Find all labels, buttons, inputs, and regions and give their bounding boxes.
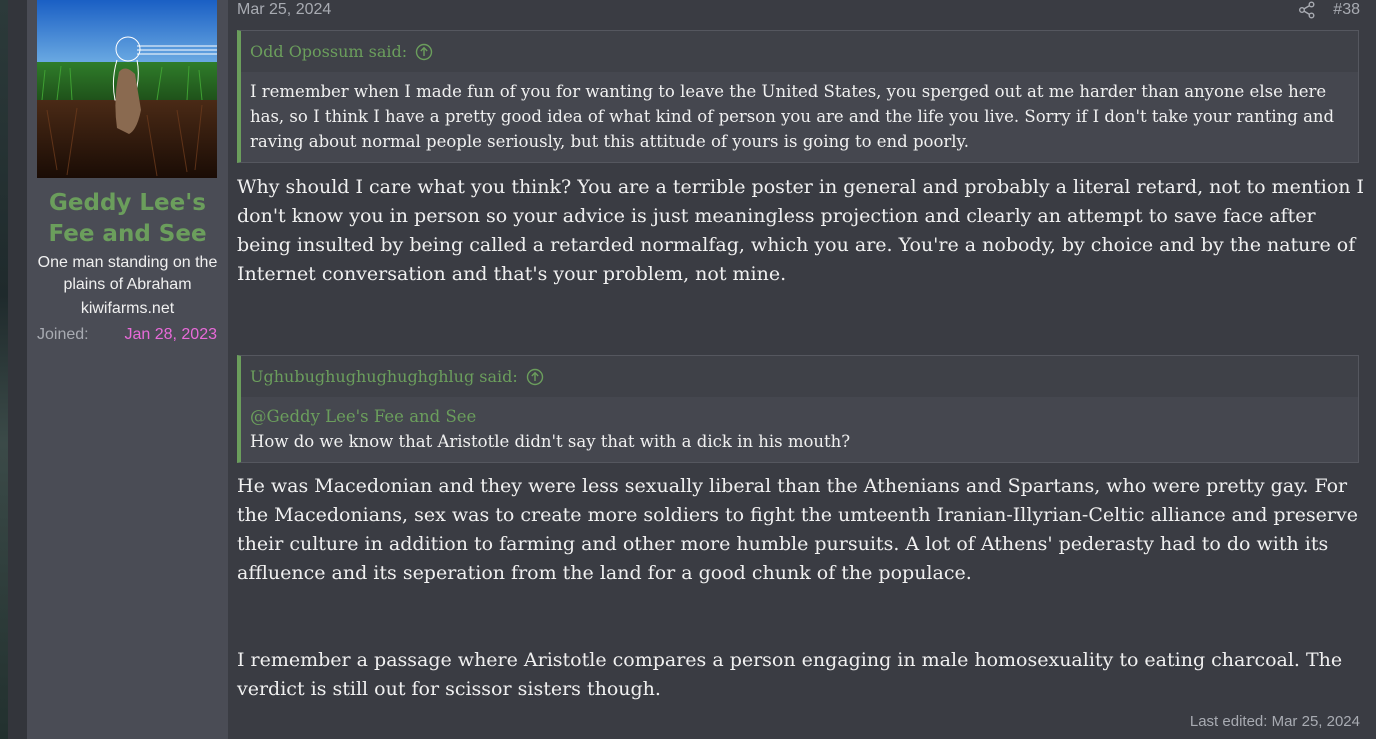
joined-label: Joined:: [37, 326, 89, 343]
username[interactable]: Geddy Lee's Fee and See: [27, 188, 228, 250]
user-avatar[interactable]: [37, 0, 217, 178]
share-icon[interactable]: [1298, 1, 1316, 19]
joined-date: Jan 28, 2023: [124, 326, 217, 343]
gutter: [8, 0, 28, 739]
quote-line: How do we know that Aristotle didn't say…: [250, 432, 851, 451]
quote-header[interactable]: Ughubughughughughghlug said:: [241, 356, 1358, 397]
page-edge: [0, 0, 8, 739]
quote-block: Ughubughughughughghlug said: @Geddy Lee'…: [237, 355, 1359, 463]
post-number[interactable]: #38: [1333, 0, 1360, 20]
reply-text: I remember a passage where Aristotle com…: [237, 649, 1343, 700]
user-mention[interactable]: @Geddy Lee's Fee and See: [250, 404, 1346, 429]
user-info-panel: Geddy Lee's Fee and See One man standing…: [27, 0, 228, 739]
user-title: One man standing on the plains of Abraha…: [37, 254, 218, 293]
quote-header[interactable]: Odd Opossum said:: [241, 31, 1358, 72]
quote-author[interactable]: Odd Opossum said:: [250, 42, 407, 61]
arrow-up-circle-icon[interactable]: [526, 368, 544, 386]
quote-text: I remember when I made fun of you for wa…: [241, 72, 1358, 162]
user-banner: kiwifarms.net: [80, 300, 175, 317]
quote-block: Odd Opossum said: I remember when I made…: [237, 30, 1359, 163]
reply-text: He was Macedonian and they were less sex…: [237, 475, 1358, 584]
last-edited: Last edited: Mar 25, 2024: [1189, 713, 1360, 730]
quote-text: @Geddy Lee's Fee and See How do we know …: [241, 397, 1358, 462]
post-date[interactable]: Mar 25, 2024: [237, 0, 331, 20]
arrow-up-circle-icon[interactable]: [415, 43, 433, 61]
post-content: Mar 25, 2024 #38 Odd Opossum said: I rem…: [228, 0, 1376, 739]
reply-text: Why should I care what you think? You ar…: [237, 176, 1365, 285]
quote-author[interactable]: Ughubughughughughghlug said:: [250, 367, 518, 386]
